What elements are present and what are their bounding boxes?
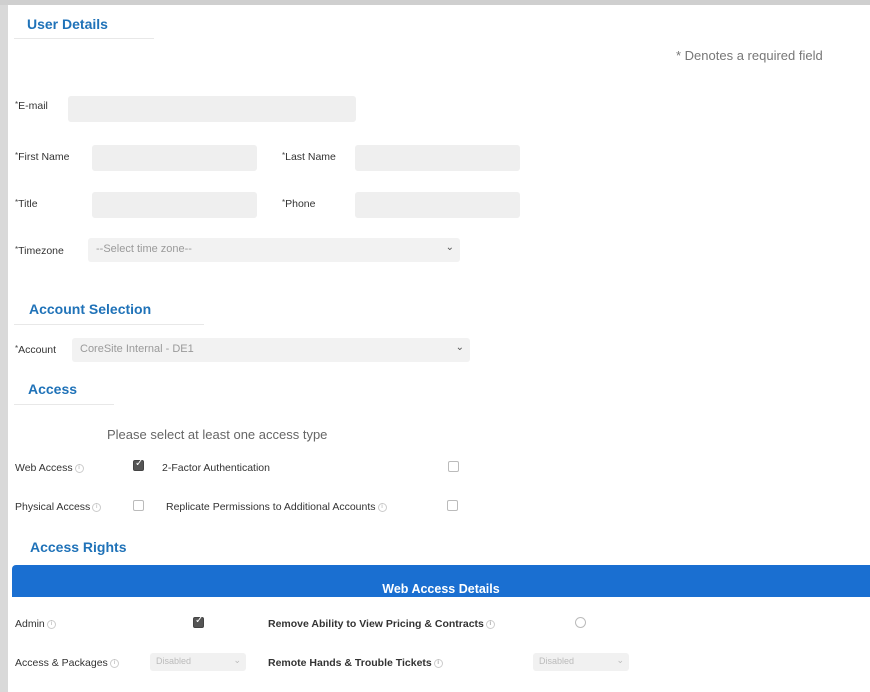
phone-label-text: Phone bbox=[285, 198, 316, 210]
account-label-text: Account bbox=[18, 344, 57, 356]
access-packages-label-text: Access & Packages bbox=[15, 657, 108, 669]
email-label: *E-mail bbox=[15, 100, 48, 112]
web-access-details-bar: Web Access Details bbox=[12, 565, 870, 597]
chevron-down-icon: ⌄ bbox=[616, 655, 624, 665]
remote-hands-label-text: Remote Hands & Trouble Tickets bbox=[268, 657, 432, 669]
remove-pricing-toggle[interactable] bbox=[575, 617, 586, 628]
info-icon[interactable]: i bbox=[377, 502, 387, 512]
timezone-label: *Timezone bbox=[15, 245, 64, 257]
remove-pricing-label: Remove Ability to View Pricing & Contrac… bbox=[268, 618, 495, 630]
title-label-text: Title bbox=[18, 198, 38, 210]
admin-label: Admin i bbox=[15, 618, 56, 630]
account-select[interactable]: CoreSite Internal - DE1 ⌄ bbox=[72, 338, 470, 362]
title-label: *Title bbox=[15, 198, 38, 210]
section-divider bbox=[14, 404, 114, 405]
timezone-label-text: Timezone bbox=[18, 245, 64, 257]
timezone-value: --Select time zone-- bbox=[96, 243, 192, 255]
info-icon[interactable]: i bbox=[74, 463, 84, 473]
first-name-label: *First Name bbox=[15, 151, 70, 163]
access-hint: Please select at least one access type bbox=[107, 427, 328, 442]
access-packages-label: Access & Packages i bbox=[15, 657, 119, 669]
required-note: * Denotes a required field bbox=[676, 48, 823, 63]
info-icon[interactable]: i bbox=[109, 658, 119, 668]
info-icon[interactable]: i bbox=[485, 619, 495, 629]
section-title-user-details: User Details bbox=[27, 16, 108, 32]
info-icon[interactable]: i bbox=[46, 619, 56, 629]
section-divider bbox=[14, 324, 204, 325]
web-access-details-title: Web Access Details bbox=[382, 582, 500, 596]
top-border bbox=[0, 0, 870, 5]
account-value: CoreSite Internal - DE1 bbox=[80, 343, 194, 355]
remote-hands-label: Remote Hands & Trouble Tickets i bbox=[268, 657, 443, 669]
physical-access-label: Physical Access i bbox=[15, 501, 102, 513]
phone-label: *Phone bbox=[282, 198, 316, 210]
replicate-label: Replicate Permissions to Additional Acco… bbox=[166, 501, 387, 513]
remote-hands-value: Disabled bbox=[539, 656, 575, 666]
timezone-select[interactable]: --Select time zone-- ⌄ bbox=[88, 238, 460, 262]
info-icon[interactable]: i bbox=[433, 658, 443, 668]
remove-pricing-label-text: Remove Ability to View Pricing & Contrac… bbox=[268, 618, 484, 630]
web-access-label-text: Web Access bbox=[15, 462, 73, 474]
two-factor-label: 2-Factor Authentication bbox=[162, 462, 270, 474]
last-name-label: *Last Name bbox=[282, 151, 336, 163]
chevron-down-icon: ⌄ bbox=[445, 242, 454, 253]
admin-label-text: Admin bbox=[15, 618, 45, 630]
admin-checkbox[interactable] bbox=[193, 615, 204, 628]
chevron-down-icon: ⌄ bbox=[455, 342, 464, 353]
web-access-checkbox[interactable] bbox=[133, 458, 144, 471]
account-label: *Account bbox=[15, 344, 57, 356]
title-field[interactable] bbox=[92, 192, 257, 218]
replicate-checkbox[interactable] bbox=[447, 500, 458, 511]
physical-access-label-text: Physical Access bbox=[15, 501, 91, 513]
replicate-label-text: Replicate Permissions to Additional Acco… bbox=[166, 501, 376, 513]
section-divider bbox=[14, 38, 154, 39]
remote-hands-select[interactable]: Disabled ⌄ bbox=[533, 653, 629, 671]
info-icon[interactable]: i bbox=[92, 502, 102, 512]
last-name-label-text: Last Name bbox=[285, 151, 336, 163]
section-title-access: Access bbox=[28, 381, 78, 397]
chevron-down-icon: ⌄ bbox=[233, 655, 241, 665]
phone-field[interactable] bbox=[355, 192, 520, 218]
email-label-text: E-mail bbox=[18, 100, 48, 112]
access-packages-select[interactable]: Disabled ⌄ bbox=[150, 653, 246, 671]
physical-access-checkbox[interactable] bbox=[133, 500, 144, 511]
access-packages-value: Disabled bbox=[156, 656, 192, 666]
two-factor-checkbox[interactable] bbox=[448, 461, 459, 472]
email-field[interactable] bbox=[68, 96, 356, 122]
section-title-account-selection: Account Selection bbox=[29, 301, 152, 317]
last-name-field[interactable] bbox=[355, 145, 520, 171]
web-access-label: Web Access i bbox=[15, 462, 84, 474]
first-name-label-text: First Name bbox=[18, 151, 70, 163]
first-name-field[interactable] bbox=[92, 145, 257, 171]
section-title-access-rights: Access Rights bbox=[30, 539, 127, 555]
